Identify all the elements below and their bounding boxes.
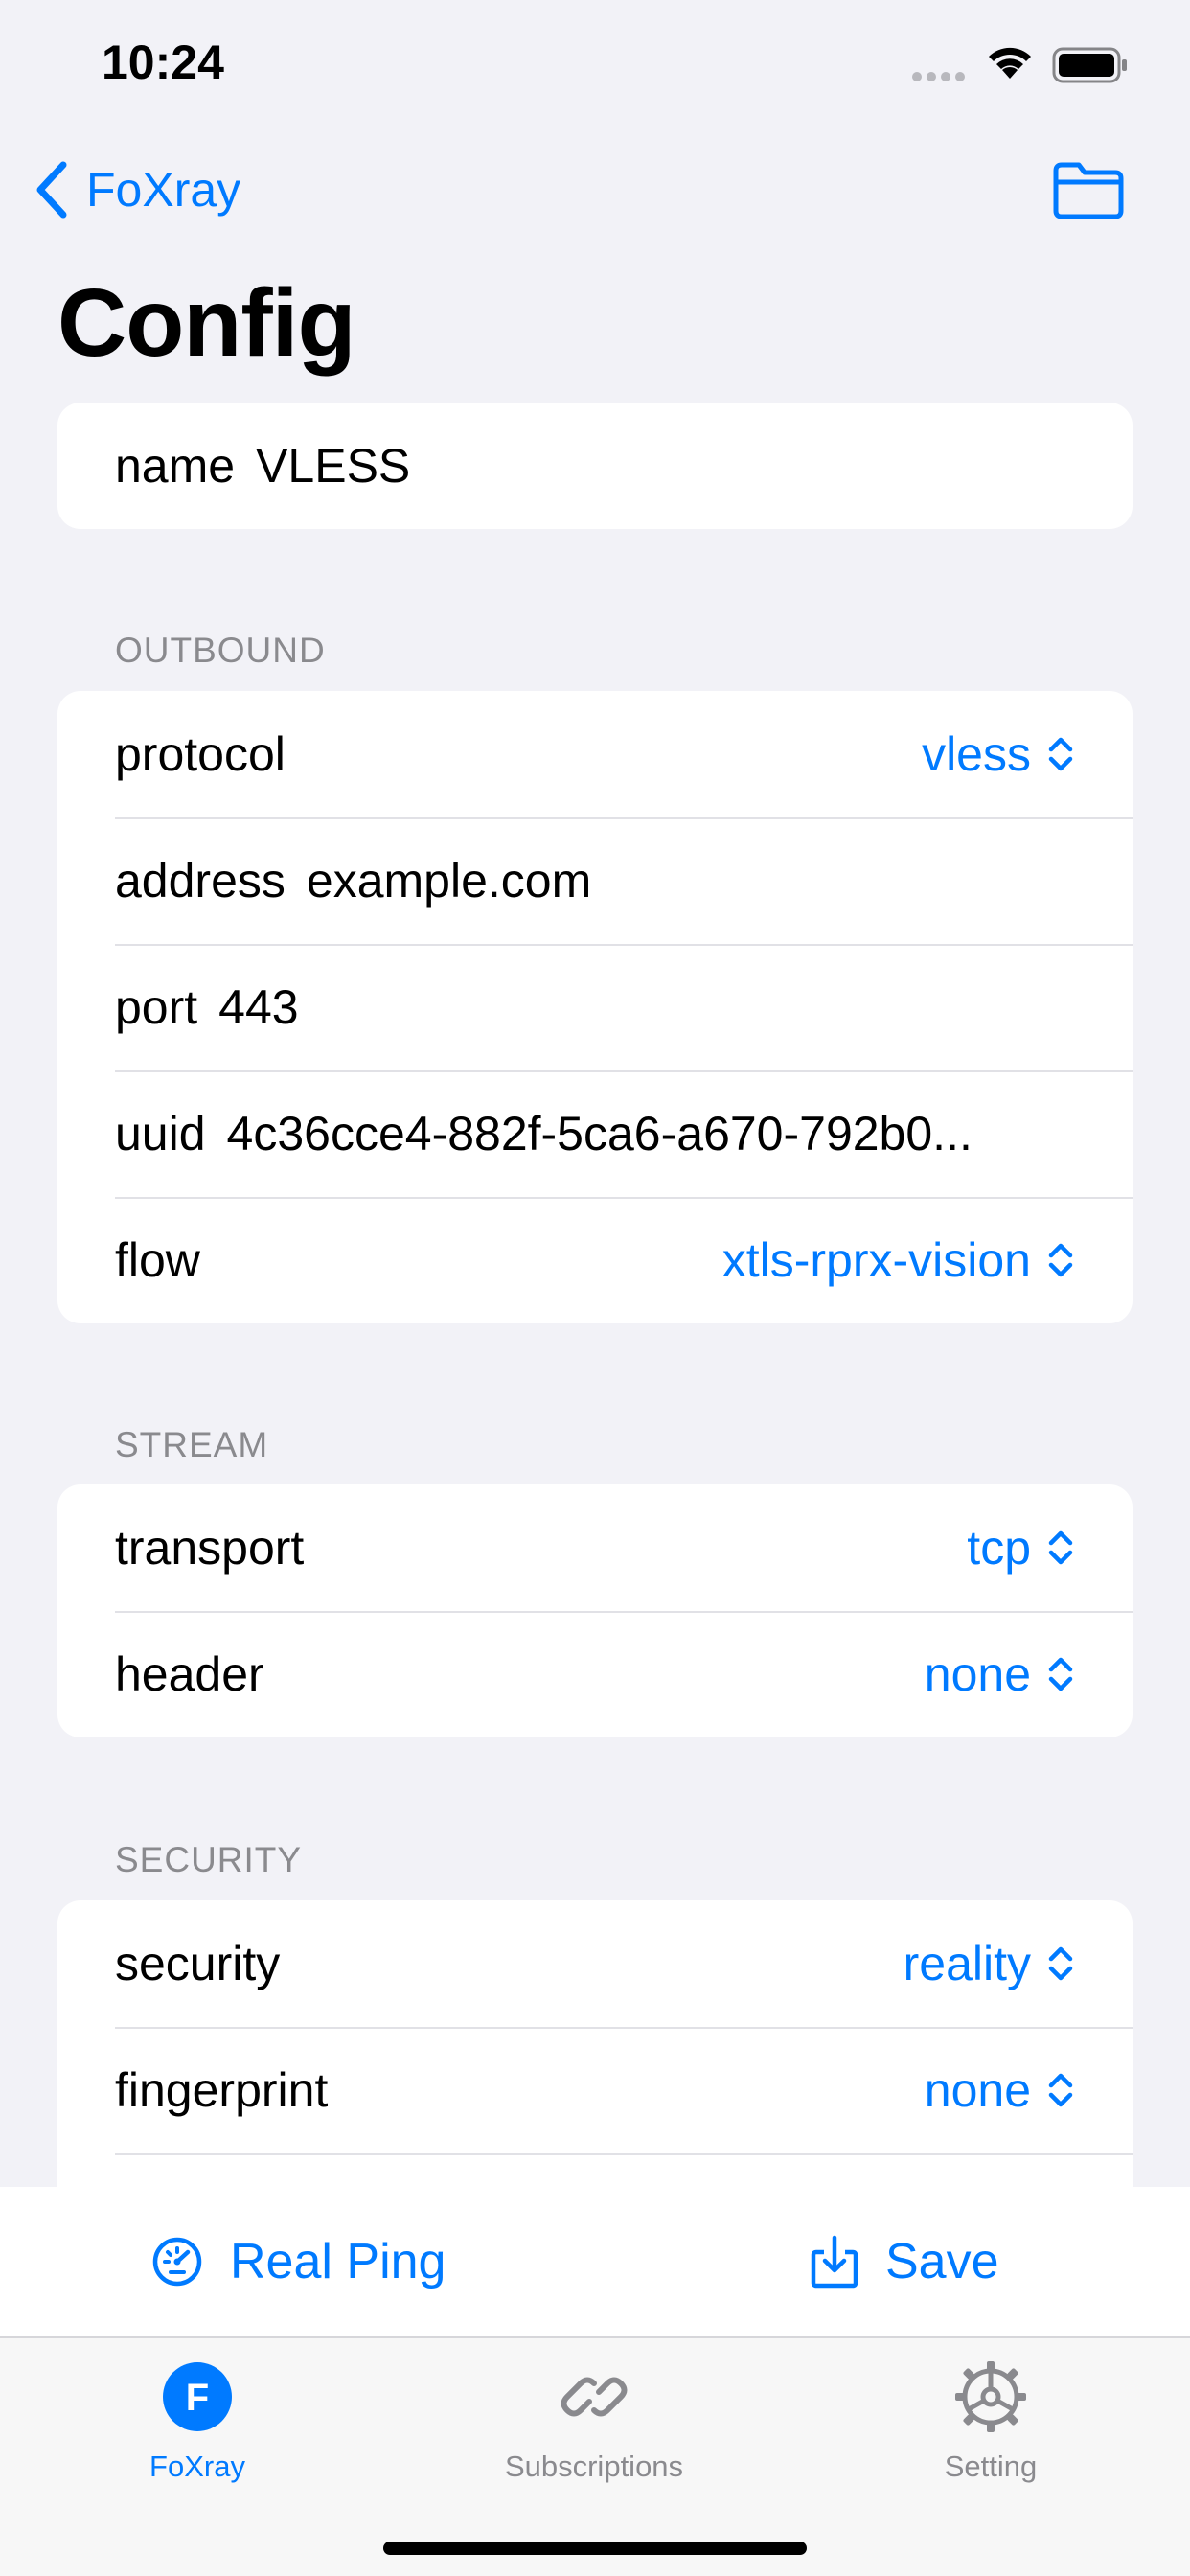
foxray-app-icon-letter: F — [186, 2377, 209, 2419]
gear-icon — [955, 2361, 1026, 2432]
tab-setting-label: Setting — [944, 2450, 1038, 2483]
security-picker[interactable]: reality — [904, 1936, 1075, 1991]
outbound-group: protocol vless address example.com port … — [57, 691, 1133, 1323]
security-row[interactable]: security reality — [57, 1900, 1133, 2027]
stream-group: transport tcp header none — [57, 1484, 1133, 1737]
protocol-value: vless — [922, 727, 1031, 781]
back-button-label: FoXray — [86, 163, 241, 217]
tab-subscriptions[interactable]: Subscriptions — [450, 2358, 738, 2484]
download-tray-icon — [811, 2235, 858, 2288]
transport-label: transport — [115, 1521, 305, 1575]
folder-icon[interactable] — [1052, 161, 1125, 220]
port-row[interactable]: port 443 — [57, 944, 1133, 1070]
list-row-partial — [57, 2153, 1133, 2188]
port-value: 443 — [218, 980, 299, 1034]
fingerprint-row[interactable]: fingerprint none — [57, 2027, 1133, 2153]
uuid-row[interactable]: uuid 4c36cce4-882f-5ca6-a670-792b0... — [57, 1070, 1133, 1197]
status-bar: 10:24 — [0, 0, 1190, 125]
header-value: none — [924, 1647, 1031, 1701]
security-value: reality — [903, 1937, 1031, 1990]
section-header-stream: STREAM — [115, 1425, 269, 1464]
flow-row[interactable]: flow xtls-rprx-vision — [57, 1197, 1133, 1323]
section-header-security: SECURITY — [115, 1840, 303, 1879]
chevron-left-icon — [36, 161, 67, 218]
battery-icon — [1052, 47, 1127, 83]
tab-foxray[interactable]: F FoXray — [54, 2358, 341, 2484]
chevron-up-down-icon — [1048, 737, 1073, 771]
fingerprint-value: none — [924, 2063, 1031, 2117]
real-ping-label: Real Ping — [230, 2234, 446, 2289]
back-button[interactable]: FoXray — [34, 158, 240, 221]
speedometer-icon — [152, 2237, 202, 2287]
name-group: name VLESS — [57, 402, 1133, 529]
tab-foxray-label: FoXray — [149, 2450, 245, 2483]
protocol-label: protocol — [115, 727, 286, 781]
chevron-up-down-icon — [1048, 1946, 1073, 1981]
transport-value: tcp — [967, 1521, 1031, 1575]
wifi-icon — [989, 47, 1031, 79]
uuid-value: 4c36cce4-882f-5ca6-a670-792b0... — [226, 1107, 973, 1161]
fingerprint-label: fingerprint — [115, 2063, 329, 2117]
transport-row[interactable]: transport tcp — [57, 1484, 1133, 1611]
tab-bar: F FoXray Subscriptions Setting — [0, 2336, 1190, 2576]
header-label: header — [115, 1647, 264, 1701]
address-label: address — [115, 854, 286, 908]
address-value: example.com — [306, 854, 592, 908]
name-row[interactable]: name VLESS — [57, 402, 1133, 529]
flow-value: xtls-rprx-vision — [721, 1233, 1031, 1287]
security-group: security reality fingerprint none — [57, 1900, 1133, 2188]
fingerprint-picker[interactable]: none — [925, 2062, 1075, 2118]
chevron-up-down-icon — [1048, 1243, 1073, 1277]
tab-subscriptions-label: Subscriptions — [504, 2450, 684, 2483]
section-header-outbound: OUTBOUND — [115, 631, 326, 670]
name-label: name — [115, 439, 236, 493]
save-button[interactable]: Save — [811, 2187, 999, 2336]
status-time: 10:24 — [102, 35, 224, 89]
protocol-picker[interactable]: vless — [922, 726, 1075, 782]
port-label: port — [115, 980, 198, 1034]
header-picker[interactable]: none — [925, 1646, 1075, 1702]
foxray-app-icon: F — [163, 2362, 232, 2431]
header-row[interactable]: header none — [57, 1611, 1133, 1737]
action-bar: Real Ping Save — [0, 2187, 1190, 2336]
flow-label: flow — [115, 1233, 200, 1287]
link-icon — [561, 2377, 628, 2417]
chevron-up-down-icon — [1048, 1530, 1073, 1565]
chevron-up-down-icon — [1048, 1657, 1073, 1691]
save-label: Save — [885, 2234, 999, 2289]
cellular-signal-icon — [912, 69, 970, 86]
name-value: VLESS — [256, 439, 411, 493]
real-ping-button[interactable]: Real Ping — [151, 2187, 446, 2336]
home-indicator[interactable] — [383, 2542, 807, 2555]
security-label: security — [115, 1937, 281, 1990]
page-title: Config — [57, 269, 356, 377]
tab-setting[interactable]: Setting — [847, 2358, 1134, 2484]
protocol-row[interactable]: protocol vless — [57, 691, 1133, 817]
address-row[interactable]: address example.com — [57, 817, 1133, 944]
transport-picker[interactable]: tcp — [967, 1520, 1075, 1576]
uuid-label: uuid — [115, 1107, 206, 1161]
flow-picker[interactable]: xtls-rprx-vision — [722, 1232, 1075, 1288]
chevron-up-down-icon — [1048, 2073, 1073, 2107]
